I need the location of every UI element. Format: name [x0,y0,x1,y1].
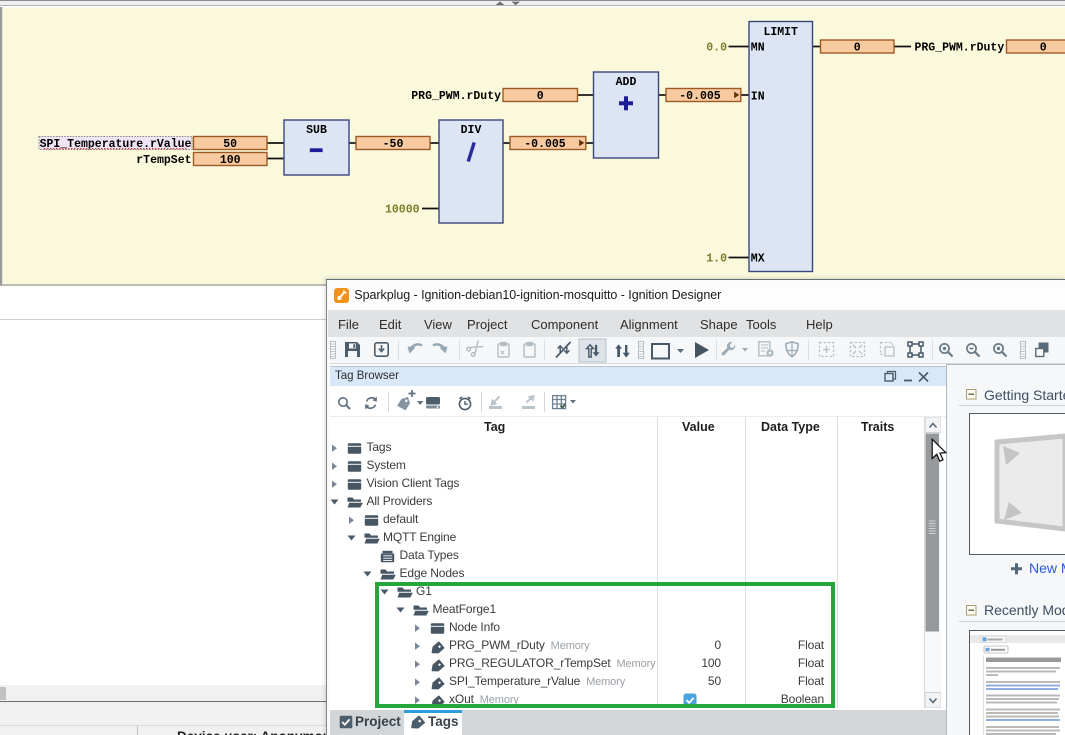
svg-text:0: 0 [537,90,544,103]
svg-text:MX: MX [751,253,765,266]
svg-text:IN: IN [751,91,765,104]
svg-text:10000: 10000 [385,204,420,217]
svg-text:-0.005: -0.005 [679,90,721,103]
svg-text:100: 100 [220,154,241,167]
svg-text:PRG_PWM.rDuty: PRG_PWM.rDuty [915,42,1005,55]
svg-text:-0.005: -0.005 [524,138,566,151]
svg-text:0: 0 [1040,42,1047,55]
svg-text:PRG_PWM.rDuty: PRG_PWM.rDuty [411,90,501,103]
svg-text:DIV: DIV [461,124,482,137]
svg-text:LIMIT: LIMIT [763,26,798,39]
svg-text:rTempSet: rTempSet [136,154,191,167]
svg-text:50: 50 [223,138,237,151]
svg-text:0.0: 0.0 [706,42,727,55]
svg-text:MN: MN [751,42,765,55]
svg-text:1.0: 1.0 [706,253,727,266]
svg-text:-50: -50 [383,138,404,151]
svg-text:ADD: ADD [616,76,637,89]
svg-text:SUB: SUB [306,124,327,137]
svg-text:0: 0 [854,42,861,55]
